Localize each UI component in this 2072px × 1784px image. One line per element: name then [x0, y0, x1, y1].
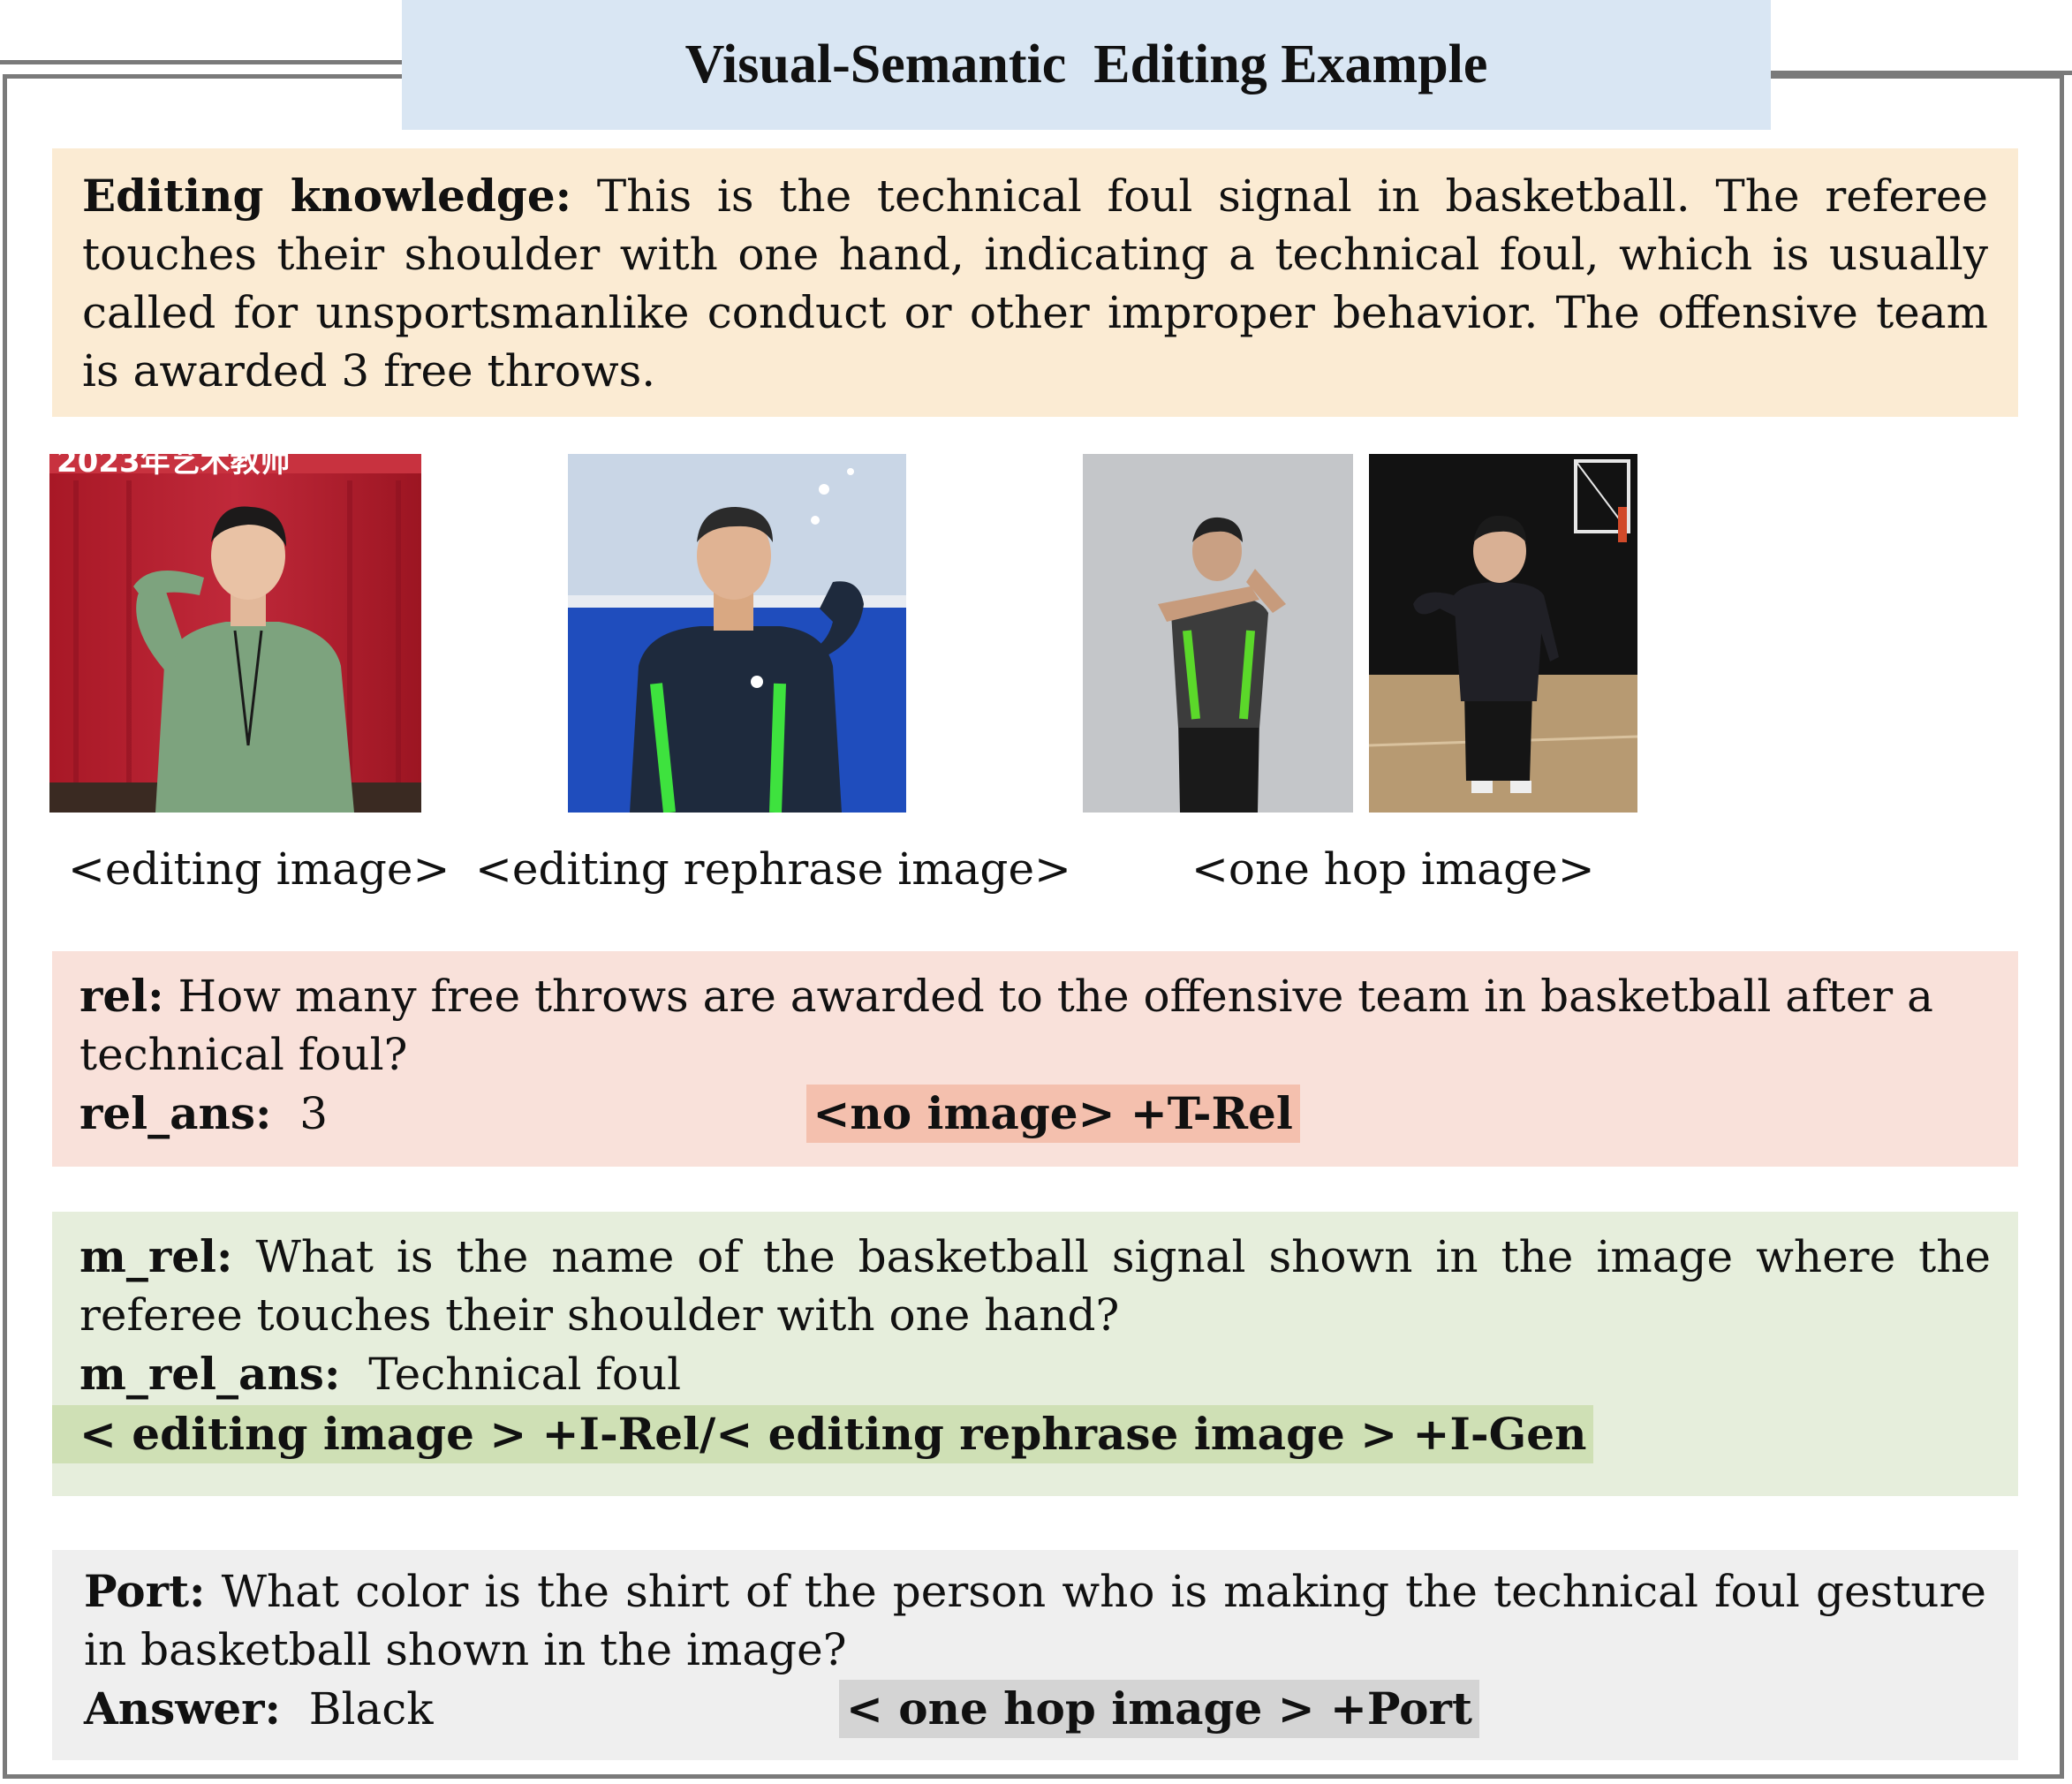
rel-box: rel: How many free throws are awarded to…: [52, 951, 2018, 1167]
caption-editing-rephrase-image: <editing rephrase image>: [475, 843, 1071, 895]
port-ans-label: Answer:: [84, 1682, 281, 1735]
m-rel-question: What is the name of the basketball signa…: [79, 1231, 1991, 1341]
port-label: Port:: [84, 1565, 206, 1617]
port-tag: < one hop image > +Port: [838, 1680, 1479, 1738]
port-question: What color is the shirt of the person wh…: [84, 1566, 1986, 1675]
editing-image: 2023年艺术教师: [49, 454, 421, 813]
rel-ans-label: rel_ans:: [79, 1087, 272, 1139]
rel-answer-row: rel_ans: 3 <no image> +T-Rel: [79, 1084, 1991, 1144]
m-rel-ans: Technical foul: [340, 1349, 682, 1400]
frame-line-left: [0, 60, 405, 64]
editing-image-illustration: 2023年艺术教师: [49, 454, 421, 813]
banner-text: 2023年艺术教师: [57, 454, 291, 480]
one-hop-image-studio: [1083, 454, 1353, 813]
rel-question: How many free throws are awarded to the …: [79, 971, 1933, 1080]
one-hop-image-studio-illustration: [1083, 454, 1353, 813]
editing-knowledge-label: Editing knowledge:: [82, 170, 572, 222]
editing-knowledge-box: Editing knowledge: This is the technical…: [52, 148, 2018, 417]
caption-one-hop-image: <one hop image>: [1191, 843, 1595, 895]
m-rel-ans-label: m_rel_ans:: [79, 1348, 341, 1400]
one-hop-image-court-illustration: [1369, 454, 1637, 813]
m-rel-box: m_rel: What is the name of the basketbal…: [52, 1212, 2018, 1496]
m-rel-answer-row: m_rel_ans: Technical foul: [79, 1344, 1991, 1404]
editing-rephrase-image-illustration: [568, 454, 906, 813]
port-question-line: Port: What color is the shirt of the per…: [84, 1562, 1986, 1679]
caption-editing-image: <editing image>: [68, 843, 450, 895]
port-box: Port: What color is the shirt of the per…: [52, 1550, 2018, 1760]
m-rel-tag-row: < editing image > +I-Rel/< editing rephr…: [52, 1404, 1991, 1464]
editing-rephrase-image: [568, 454, 906, 813]
one-hop-image-court: [1369, 454, 1637, 813]
m-rel-label: m_rel:: [79, 1230, 233, 1282]
rel-ans: 3: [271, 1088, 329, 1139]
rel-tag: <no image> +T-Rel: [805, 1085, 1300, 1143]
m-rel-question-line: m_rel: What is the name of the basketbal…: [79, 1228, 1991, 1344]
rel-label: rel:: [79, 970, 164, 1022]
page-title: Visual-Semantic Editing Example: [402, 0, 1771, 130]
m-rel-tag: < editing image > +I-Rel/< editing rephr…: [52, 1405, 1594, 1463]
rel-question-line: rel: How many free throws are awarded to…: [79, 967, 1991, 1084]
port-answer-row: Answer: Black < one hop image > +Port: [84, 1679, 1986, 1739]
port-ans: Black: [280, 1683, 434, 1735]
